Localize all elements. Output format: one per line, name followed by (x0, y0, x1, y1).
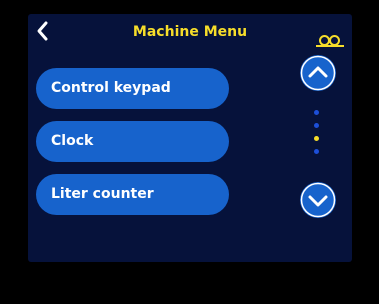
page-dot (314, 149, 319, 154)
page-dot (314, 110, 319, 115)
chevron-down-icon (300, 182, 336, 218)
machine-menu-screen: Machine Menu Control keypad Clock Liter … (28, 14, 352, 262)
scroll-down-button[interactable] (300, 182, 336, 218)
page-title: Machine Menu (132, 24, 248, 40)
menu-item-control-keypad[interactable]: Control keypad (36, 68, 229, 109)
page-dot-active (314, 136, 319, 141)
scroll-up-button[interactable] (300, 55, 336, 91)
menu-item-liter-counter[interactable]: Liter counter (36, 174, 229, 215)
menu-item-label: Liter counter (51, 186, 154, 202)
coffee-machine-icon (315, 33, 345, 49)
menu-item-label: Control keypad (51, 80, 171, 96)
page-dot (314, 123, 319, 128)
menu-item-clock[interactable]: Clock (36, 121, 229, 162)
menu-item-label: Clock (51, 133, 94, 149)
chevron-up-icon (300, 55, 336, 91)
